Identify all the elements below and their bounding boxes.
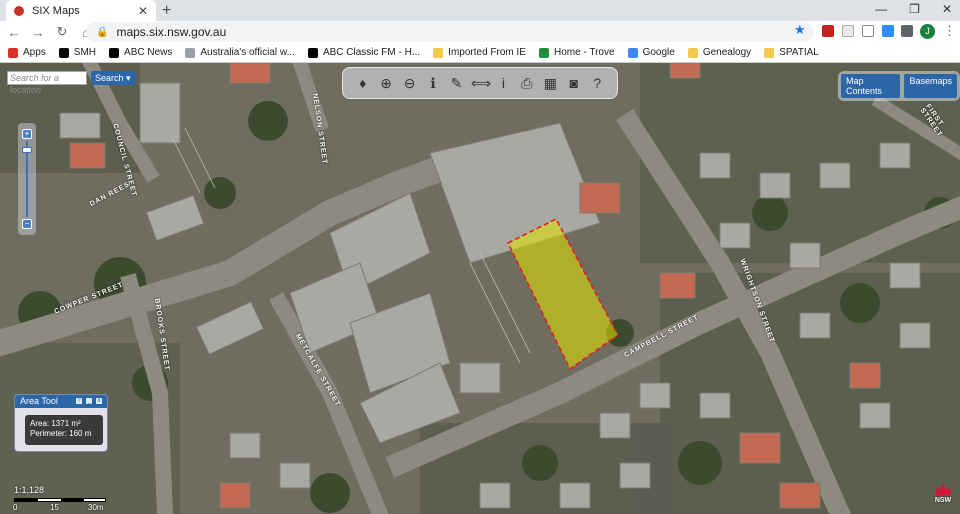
bookmark-icon [627, 47, 638, 58]
scale-label-15: 15 [50, 503, 59, 512]
zoom-slider[interactable]: + − [18, 123, 36, 235]
profile-avatar[interactable]: J [920, 24, 935, 39]
address-bar[interactable]: 🔒 maps.six.nsw.gov.au [86, 22, 814, 42]
bookmark-item[interactable]: ABC News [109, 47, 172, 58]
bookmark-item[interactable]: Home - Trove [538, 47, 615, 58]
browser-toolbar: ← → ↻ ⌂ 🔒 maps.six.nsw.gov.au ★ J ⋮ [0, 21, 960, 43]
area-results: Area: 1371 m² Perimeter: 160 m [25, 415, 103, 445]
close-panel-icon[interactable]: x [95, 397, 103, 405]
zoom-extension-icon[interactable] [882, 25, 894, 37]
extensions-puzzle-icon[interactable] [901, 25, 913, 37]
forward-icon[interactable]: → [28, 25, 48, 40]
bookmark-label: SMH [73, 47, 97, 58]
bookmark-icon [764, 47, 775, 58]
bookmark-icon [433, 47, 444, 58]
print-icon[interactable]: ⎙ [518, 74, 536, 92]
dropdown-arrow-icon: ▾ [126, 73, 131, 83]
zoom-out-icon[interactable]: ⊖ [401, 74, 419, 92]
table-icon[interactable]: ▦ [541, 74, 559, 92]
help-icon[interactable]: ? [588, 74, 606, 92]
scale-ratio: 1:1,128 [14, 485, 45, 495]
area-tool-title: Area Tool [20, 396, 58, 406]
scale-label-0: 0 [13, 503, 18, 512]
zoom-thumb[interactable] [22, 147, 32, 153]
measure-icon[interactable]: ⟺ [471, 74, 491, 92]
basemaps-button[interactable]: Basemaps [904, 74, 957, 98]
bookmark-item[interactable]: ABC Classic FM - H... [307, 47, 421, 58]
map-tool-panel: ♦ ⊕ ⊖ ℹ ✎ ⟺ i ⎙ ▦ ◙? [342, 67, 618, 99]
tab-title: SIX Maps [32, 4, 80, 17]
lock-icon: 🔒 [96, 26, 109, 38]
url-text: maps.six.nsw.gov.au [116, 25, 227, 39]
browser-menu-icon[interactable]: ⋮ [943, 23, 956, 39]
maximize-icon[interactable]: ❐ [909, 2, 920, 16]
six-maps-favicon-icon [14, 5, 24, 16]
bookmark-label: Imported From IE [448, 47, 526, 58]
area-tool-header[interactable]: Area Tool ? _ x [15, 395, 107, 408]
bookmark-icon [307, 47, 318, 58]
bookmark-item[interactable]: Apps [8, 47, 46, 58]
bookmark-icon [687, 47, 698, 58]
bookmarks-bar: Apps SMH ABC News Australia's official w...… [0, 43, 960, 63]
waratah-icon [935, 483, 951, 495]
bookmark-icon [109, 47, 120, 58]
bookmark-item[interactable]: SPATIAL [764, 47, 819, 58]
bookmark-label: ABC News [124, 47, 173, 58]
minimize-panel-icon[interactable]: _ [85, 397, 93, 405]
browser-tab[interactable]: SIX Maps ✕ [6, 0, 156, 21]
map-view[interactable]: COUNCIL STREET DAN REES COWPER STREET BR… [0, 63, 960, 514]
bookmark-label: SPATIAL [779, 47, 819, 58]
reload-icon[interactable]: ↻ [52, 24, 72, 40]
cast-icon[interactable] [862, 25, 874, 37]
draw-icon[interactable]: ✎ [448, 74, 466, 92]
zoom-in-button[interactable]: + [22, 129, 32, 139]
aerial-imagery [0, 63, 960, 514]
close-tab-icon[interactable]: ✕ [138, 4, 148, 18]
identify-icon[interactable]: ℹ [424, 74, 442, 92]
scale-label-30: 30m [88, 503, 104, 512]
zoom-in-icon[interactable]: ⊕ [377, 74, 395, 92]
bookmark-label: Home - Trove [553, 47, 615, 58]
browser-tab-bar: SIX Maps ✕ + — ❐ ✕ [0, 0, 960, 21]
help-icon[interactable]: ? [75, 397, 83, 405]
bookmark-item[interactable]: Google [627, 47, 675, 58]
nsw-logo: NSW [932, 483, 954, 509]
bookmark-label: Genealogy [702, 47, 752, 58]
bookmark-icon [8, 47, 18, 58]
bookmark-star-icon[interactable]: ★ [794, 22, 806, 38]
pdf-extension-icon[interactable] [822, 25, 834, 37]
info-icon[interactable]: i [494, 74, 512, 92]
extension-icon[interactable] [842, 25, 854, 37]
perimeter-value: Perimeter: 160 m [30, 429, 92, 438]
map-contents-button[interactable]: Map Contents [841, 74, 901, 98]
bookmark-item[interactable]: Genealogy [687, 47, 752, 58]
zoom-out-button[interactable]: − [22, 219, 32, 229]
area-value: Area: 1371 m² [30, 419, 81, 428]
search-button[interactable]: Search ▾ [91, 71, 136, 85]
bookmark-item[interactable]: SMH [58, 47, 97, 58]
back-icon[interactable]: ← [4, 25, 24, 40]
bookmark-label: Australia's official w... [200, 47, 295, 58]
close-window-icon[interactable]: ✕ [942, 2, 952, 16]
bookmark-label: ABC Classic FM - H... [322, 47, 421, 58]
bookmark-item[interactable]: Imported From IE [433, 47, 526, 58]
bookmark-icon [58, 47, 69, 58]
logo-text: NSW [934, 497, 952, 504]
bookmark-icon [185, 47, 196, 58]
scale-bar [14, 498, 106, 502]
bookmark-label: Apps [23, 47, 46, 58]
bookmark-label: Google [642, 47, 675, 58]
location-search-input[interactable]: Search for a location [7, 71, 87, 95]
new-tab-icon[interactable]: + [162, 2, 171, 20]
area-tool-window: Area Tool ? _ x Area: 1371 m² Perimeter:… [14, 394, 108, 452]
camera-icon[interactable]: ◙ [565, 74, 583, 92]
fire-icon[interactable]: ♦ [354, 74, 372, 92]
search-button-label: Search [95, 73, 124, 83]
bookmark-icon [538, 47, 549, 58]
minimize-icon[interactable]: — [875, 2, 887, 16]
bookmark-item[interactable]: Australia's official w... [185, 47, 295, 58]
